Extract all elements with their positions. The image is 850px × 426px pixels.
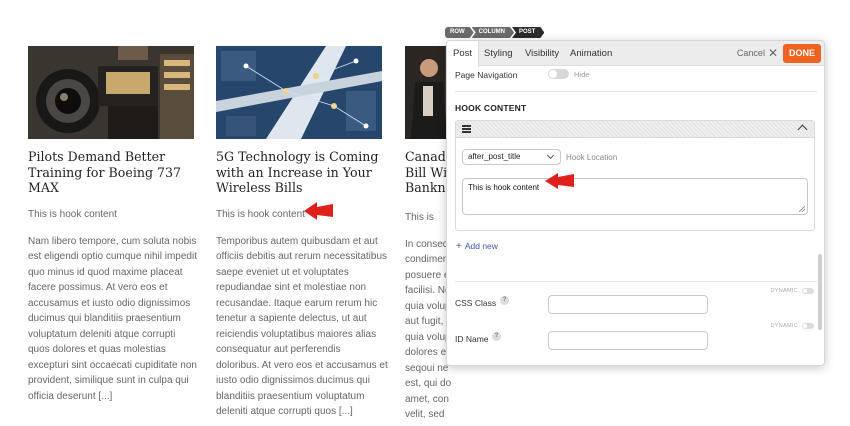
id-name-label: ID Name — [455, 334, 489, 344]
cancel-button[interactable]: Cancel ✕ — [737, 41, 778, 66]
help-icon[interactable]: ? — [500, 296, 509, 305]
panel-scrollbar[interactable] — [818, 254, 822, 330]
hook-content-text: This is hook content — [216, 208, 305, 220]
collapse-chevron-icon[interactable] — [797, 124, 808, 135]
module-settings-panel: Post Styling Visibility Animation Cancel… — [446, 40, 825, 366]
css-class-label: CSS Class — [455, 298, 497, 308]
dynamic-label: DYNAMIC — [770, 288, 798, 294]
panel-header: Post Styling Visibility Animation Cancel… — [447, 41, 824, 67]
id-name-input[interactable] — [548, 331, 708, 350]
dynamic-label: DYNAMIC — [770, 323, 798, 329]
hook-content-textarea[interactable]: This is hook content — [462, 178, 808, 215]
tab-visibility[interactable]: Visibility — [519, 41, 565, 66]
post-title[interactable]: Pilots Demand Better Training for Boeing… — [28, 149, 194, 196]
hook-content-item: after_post_title Hook Location This is h… — [455, 120, 815, 231]
blog-post-card: Pilots Demand Better Training for Boeing… — [28, 46, 197, 404]
post-thumbnail-city[interactable] — [216, 46, 382, 139]
hook-content-text: This is hook content — [28, 208, 117, 220]
chevron-down-icon — [546, 151, 555, 160]
red-arrow-icon — [545, 173, 574, 189]
page-navigation-toggle[interactable] — [548, 69, 569, 79]
post-thumbnail-camera[interactable] — [28, 46, 194, 139]
tab-post[interactable]: Post — [447, 41, 480, 67]
dynamic-toggle[interactable] — [802, 323, 814, 329]
breadcrumb-column[interactable]: COLUMN — [472, 27, 514, 38]
done-button[interactable]: DONE — [783, 44, 821, 63]
drag-menu-icon[interactable] — [462, 125, 471, 133]
builder-breadcrumb: ROW COLUMN POST — [445, 27, 542, 38]
hook-location-select[interactable]: after_post_title — [462, 149, 561, 165]
breadcrumb-post[interactable]: POST — [512, 27, 544, 38]
resize-handle-icon[interactable] — [799, 206, 805, 212]
css-class-input[interactable] — [548, 295, 708, 314]
page-navigation-label: Page Navigation — [455, 70, 518, 80]
post-excerpt: Temporibus autem quibusdam et aut officii… — [216, 235, 388, 418]
dynamic-toggle[interactable] — [802, 288, 814, 294]
breadcrumb-row[interactable]: ROW — [445, 27, 474, 38]
section-title-hook-content: HOOK CONTENT — [455, 103, 527, 113]
post-title[interactable]: 5G Technology is Coming with an Increase… — [216, 149, 382, 196]
close-icon: ✕ — [767, 46, 778, 60]
divider — [455, 281, 817, 282]
divider — [455, 91, 817, 92]
hide-label: Hide — [574, 70, 590, 79]
post-excerpt: Nam libero tempore, cum soluta nobis est … — [28, 235, 197, 402]
tab-animation[interactable]: Animation — [564, 41, 618, 66]
plus-icon: + — [456, 241, 462, 252]
tab-styling[interactable]: Styling — [478, 41, 519, 66]
help-icon[interactable]: ? — [492, 332, 501, 341]
add-new-link[interactable]: + Add new — [456, 241, 498, 252]
hook-location-label: Hook Location — [566, 153, 618, 162]
hook-item-toolbar — [456, 121, 814, 138]
blog-post-card: 5G Technology is Coming with an Increase… — [216, 46, 388, 420]
red-arrow-icon — [304, 202, 333, 220]
